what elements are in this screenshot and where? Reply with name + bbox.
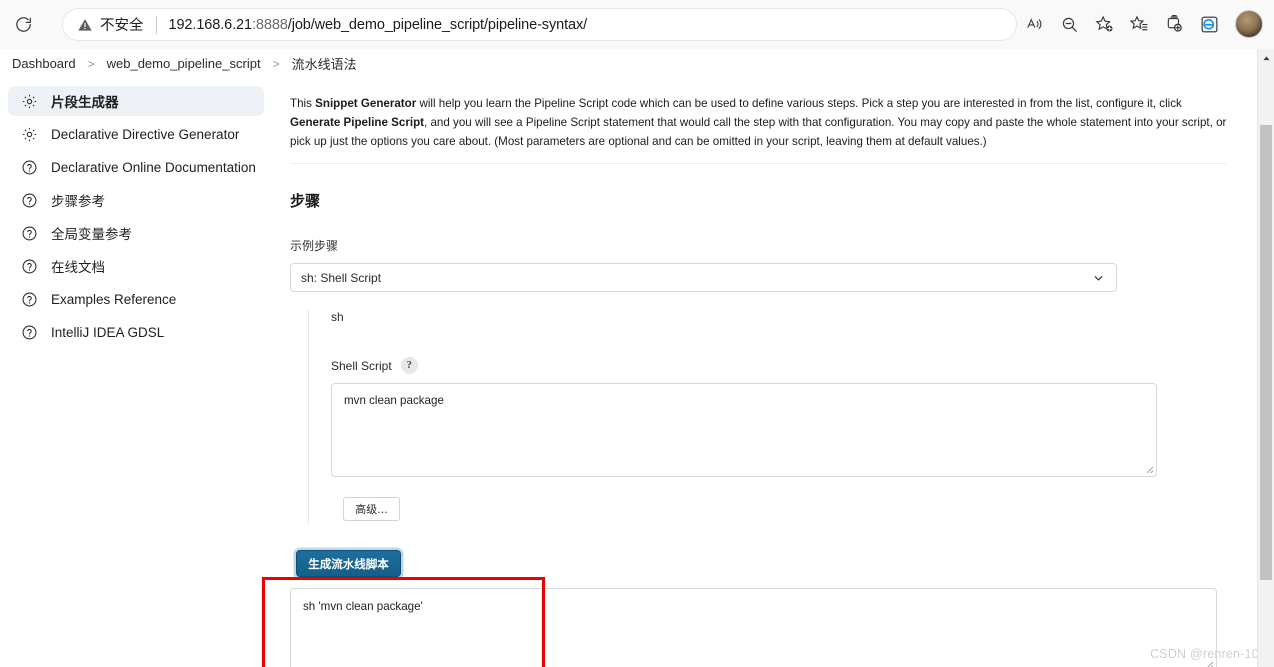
reload-button[interactable] [6,8,40,42]
browser-toolbar: 不安全 192.168.6.21:8888/job/web_demo_pipel… [0,0,1274,49]
question-icon [18,189,40,211]
breadcrumb-separator-1: > [87,56,95,71]
intro-text-3: , and you will see a Pipeline Script sta… [290,115,1227,148]
star-plus-icon [1095,15,1113,32]
sample-step-select-value: sh: Shell Script [301,270,382,285]
address-bar[interactable]: 不安全 192.168.6.21:8888/job/web_demo_pipel… [62,8,1017,41]
sample-step-label: 示例步骤 [290,239,339,254]
scroll-up-arrow-icon[interactable] [1258,50,1274,66]
shell-script-label-row: Shell Script ? [331,357,1168,375]
sidebar-item-label: Declarative Directive Generator [51,126,240,142]
sidebar-item-snippet-generator[interactable]: 片段生成器 [8,86,264,116]
page-body: Dashboard > web_demo_pipeline_script > 流… [0,49,1274,667]
sidebar-item-online-documentation[interactable]: 在线文档 [8,251,264,281]
resize-handle-icon[interactable] [1142,462,1154,474]
page-scrollbar[interactable] [1257,49,1274,667]
sidebar-item-label: 在线文档 [51,260,105,275]
shell-script-input[interactable]: mvn clean package [331,383,1157,478]
sidebar-item-label: 片段生成器 [51,95,119,110]
sidebar-item-label: 全局变量参考 [51,227,132,242]
read-aloud-button[interactable] [1018,8,1050,40]
profile-avatar[interactable] [1235,10,1263,38]
step-name-label: sh [331,310,344,325]
sidebar-item-step-reference[interactable]: 步骤参考 [8,185,264,215]
intro-text-1: This [290,97,316,110]
question-icon [18,288,40,310]
sidebar-item-label: IntelliJ IDEA GDSL [51,324,165,340]
zoom-out-button[interactable] [1053,8,1085,40]
content-divider [290,163,1226,165]
sidebar-item-label: 步骤参考 [51,194,105,209]
collections-button[interactable] [1158,8,1190,40]
scroll-thumb[interactable] [1260,125,1272,580]
shell-script-value: mvn clean package [344,394,444,408]
gear-icon [18,90,40,112]
reload-icon [15,17,31,32]
generated-script-value: sh 'mvn clean package' [303,600,423,614]
read-aloud-icon [1026,17,1041,29]
question-icon [18,156,40,178]
sidebar: 片段生成器 Declarative Directive Generator De… [0,83,272,350]
help-icon[interactable]: ? [400,357,418,375]
breadcrumb-item-pipeline-syntax[interactable]: 流水线语法 [290,54,359,73]
url-path: /job/web_demo_pipeline_script/pipeline-s… [287,16,588,33]
breadcrumb-separator-2: > [272,56,280,71]
watermark: CSDN @renren-100 [1150,647,1266,661]
question-icon [18,222,40,244]
sidebar-item-declarative-directive-generator[interactable]: Declarative Directive Generator [8,119,264,149]
zoom-out-icon [1062,17,1077,32]
sidebar-item-global-variable-reference[interactable]: 全局变量参考 [8,218,264,248]
intro-paragraph: This Snippet Generator will help you lea… [290,95,1228,151]
gear-icon [18,123,40,145]
advanced-button[interactable]: 高级... [343,497,400,522]
intro-text-2: will help you learn the Pipeline Script … [416,97,1182,110]
ie-icon [1201,16,1217,32]
question-icon [18,321,40,343]
toolbar-actions [1018,8,1270,40]
shell-script-label: Shell Script [331,358,392,373]
intro-bold-generate-pipeline-script: Generate Pipeline Script [290,115,425,129]
sidebar-item-intellij-idea-gdsl[interactable]: IntelliJ IDEA GDSL [8,317,264,347]
sample-step-select[interactable]: sh: Shell Script [290,263,1117,293]
main-content: This Snippet Generator will help you lea… [272,83,1246,667]
sidebar-item-label: Examples Reference [51,291,177,307]
generate-pipeline-script-button[interactable]: 生成流水线脚本 [296,550,401,578]
step-config-panel: sh Shell Script ? mvn clean package 高级..… [308,310,1168,526]
sidebar-item-examples-reference[interactable]: Examples Reference [8,284,264,314]
question-icon [18,255,40,277]
steps-heading: 步骤 [290,192,321,211]
url-port: :8888 [251,16,288,33]
star-lines-icon [1129,15,1148,31]
sidebar-item-declarative-online-documentation[interactable]: Declarative Online Documentation [8,152,264,182]
not-secure-warning-icon [77,17,93,33]
address-bar-url[interactable]: 192.168.6.21:8888/job/web_demo_pipeline_… [169,17,588,33]
url-host: 192.168.6.21 [168,16,253,33]
breadcrumb-item-job[interactable]: web_demo_pipeline_script [105,56,263,71]
ie-mode-button[interactable] [1193,8,1225,40]
collections-plus-icon [1167,15,1182,32]
add-to-favorites-button[interactable] [1088,8,1120,40]
favorites-button[interactable] [1123,8,1155,40]
breadcrumb-item-dashboard[interactable]: Dashboard [10,56,78,71]
breadcrumb: Dashboard > web_demo_pipeline_script > 流… [0,49,1274,78]
not-secure-label: 不安全 [100,18,144,34]
chevron-down-icon [1092,271,1105,284]
generated-script-output[interactable]: sh 'mvn clean package' [290,588,1217,667]
address-bar-divider [155,15,157,34]
intro-bold-snippet-generator: Snippet Generator [315,97,417,110]
sidebar-item-label: Declarative Online Documentation [51,159,256,175]
